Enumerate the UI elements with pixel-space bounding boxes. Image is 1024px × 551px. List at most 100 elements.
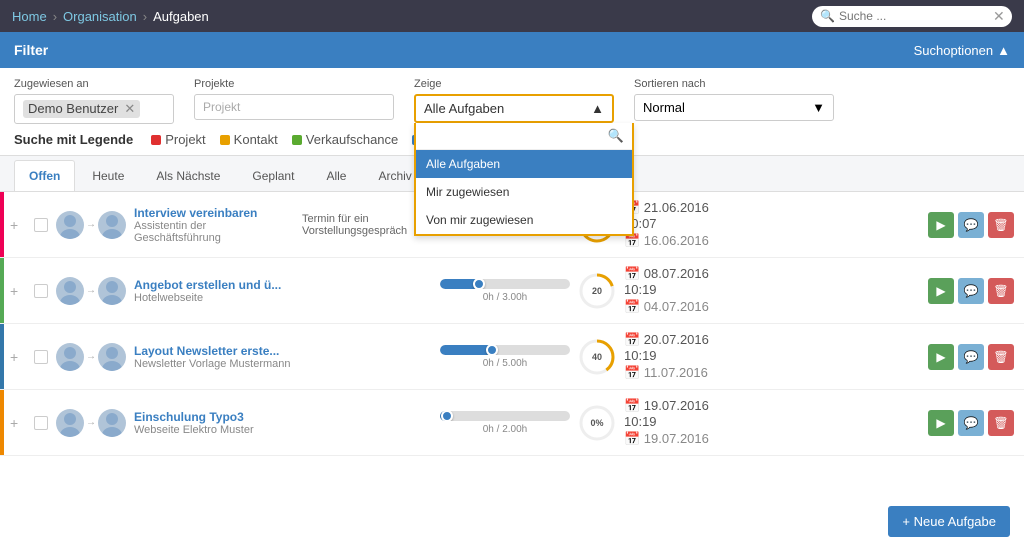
- task-progress-area: 0h / 3.00h: [440, 279, 570, 303]
- task-delete-button[interactable]: 🗑: [988, 344, 1014, 370]
- breadcrumb: Home › Organisation › Aufgaben: [12, 9, 209, 24]
- chevron-up-icon-zeige: ▲: [591, 101, 604, 116]
- dropdown-search-input[interactable]: [424, 129, 608, 143]
- assigned-filter: Zugewiesen an Demo Benutzer ✕: [14, 78, 174, 124]
- projects-input[interactable]: Projekt: [194, 94, 394, 120]
- dropdown-item-mir[interactable]: Mir zugewiesen: [416, 178, 632, 206]
- task-checkbox[interactable]: [34, 416, 48, 430]
- task-actions: ▶ 💬 🗑: [928, 212, 1014, 238]
- task-title[interactable]: Einschulung Typo3: [134, 410, 294, 424]
- task-checkbox[interactable]: [34, 350, 48, 364]
- progress-bar-handle[interactable]: [441, 411, 453, 421]
- task-subtitle: Hotelwebseite: [134, 292, 294, 304]
- task-expand-icon[interactable]: +: [10, 415, 26, 431]
- task-checkbox[interactable]: [34, 284, 48, 298]
- tab-als-naechste[interactable]: Als Nächste: [141, 160, 235, 191]
- breadcrumb-home[interactable]: Home: [12, 9, 47, 24]
- task-info: Layout Newsletter erste... Newsletter Vo…: [134, 344, 294, 370]
- task-title[interactable]: Interview vereinbaren: [134, 206, 294, 220]
- task-circle-label: 0%: [590, 418, 603, 428]
- task-play-button[interactable]: ▶: [928, 410, 954, 436]
- search-icon: 🔍: [820, 9, 835, 23]
- arrow-icon: →: [86, 351, 96, 362]
- search-input[interactable]: [839, 9, 989, 23]
- task-title[interactable]: Angebot erstellen und ü...: [134, 278, 294, 292]
- dropdown-item-von[interactable]: Von mir zugewiesen: [416, 206, 632, 234]
- task-row: + → Einschulung Typo3 Webseite Elektro M…: [0, 390, 1024, 456]
- task-date-created: 📅 19.07.2016 10:19: [624, 398, 744, 429]
- task-date-due: 📅 04.07.2016: [624, 299, 744, 315]
- task-dates: 📅 08.07.2016 10:19 📅 04.07.2016: [624, 266, 744, 315]
- task-circle-label: 20: [592, 286, 602, 296]
- tab-alle[interactable]: Alle: [311, 160, 361, 191]
- task-delete-button[interactable]: 🗑: [988, 212, 1014, 238]
- task-avatars: →: [56, 343, 126, 371]
- legend-label-verkauf: Verkaufschance: [306, 132, 399, 147]
- search-options-button[interactable]: Suchoptionen ▲: [914, 43, 1010, 58]
- task-dates: 📅 19.07.2016 10:19 📅 19.07.2016: [624, 398, 744, 447]
- search-clear-icon[interactable]: ✕: [993, 8, 1005, 25]
- task-checkbox[interactable]: [34, 218, 48, 232]
- projects-filter: Projekte Projekt: [194, 78, 394, 120]
- task-subtitle: Assistentin der Geschäftsführung: [134, 220, 294, 244]
- task-circle: 0%: [578, 404, 616, 442]
- task-play-button[interactable]: ▶: [928, 344, 954, 370]
- avatar-from: [56, 211, 84, 239]
- task-message-button[interactable]: 💬: [958, 212, 984, 238]
- task-expand-icon[interactable]: +: [10, 217, 26, 233]
- task-delete-button[interactable]: 🗑: [988, 278, 1014, 304]
- task-circle: 20: [578, 272, 616, 310]
- tab-heute[interactable]: Heute: [77, 160, 139, 191]
- avatar-from: [56, 277, 84, 305]
- zeige-dropdown-panel: 🔍 Alle Aufgaben Mir zugewiesen Von mir z…: [414, 123, 634, 236]
- task-delete-button[interactable]: 🗑: [988, 410, 1014, 436]
- zeige-value: Alle Aufgaben: [424, 101, 504, 116]
- assigned-label: Zugewiesen an: [14, 78, 174, 90]
- arrow-icon: →: [86, 285, 96, 296]
- task-message-button[interactable]: 💬: [958, 410, 984, 436]
- progress-bar[interactable]: [440, 279, 570, 289]
- task-dates: 📅 20.07.2016 10:19 📅 11.07.2016: [624, 332, 744, 381]
- task-list: + → Interview vereinbaren Assistentin de…: [0, 192, 1024, 551]
- task-circle-label: 40: [592, 352, 602, 362]
- legend-label-projekt: Projekt: [165, 132, 205, 147]
- sortby-select[interactable]: Normal ▼: [634, 94, 834, 121]
- progress-bar[interactable]: [440, 411, 570, 421]
- task-message-button[interactable]: 💬: [958, 344, 984, 370]
- breadcrumb-org[interactable]: Organisation: [63, 9, 137, 24]
- task-play-button[interactable]: ▶: [928, 278, 954, 304]
- task-expand-icon[interactable]: +: [10, 349, 26, 365]
- zeige-label: Zeige: [414, 78, 614, 90]
- progress-bar[interactable]: [440, 345, 570, 355]
- dropdown-search-row: 🔍: [416, 123, 632, 150]
- zeige-select[interactable]: Alle Aufgaben ▲: [414, 94, 614, 123]
- task-expand-icon[interactable]: +: [10, 283, 26, 299]
- task-play-button[interactable]: ▶: [928, 212, 954, 238]
- task-date-due: 📅 19.07.2016: [624, 431, 744, 447]
- task-date-created: 📅 21.06.2016 10:07: [624, 200, 744, 231]
- legend-label-kontakt: Kontakt: [234, 132, 278, 147]
- chevron-down-icon-sortby: ▼: [812, 100, 825, 115]
- avatar-from: [56, 409, 84, 437]
- legend-item-kontakt: Kontakt: [220, 132, 278, 147]
- tab-geplant[interactable]: Geplant: [237, 160, 309, 191]
- zeige-filter: Zeige Alle Aufgaben ▲ 🔍 Alle Aufgaben Mi…: [414, 78, 614, 123]
- task-info: Einschulung Typo3 Webseite Elektro Muste…: [134, 410, 294, 436]
- assigned-input[interactable]: Demo Benutzer ✕: [14, 94, 174, 124]
- task-title[interactable]: Layout Newsletter erste...: [134, 344, 294, 358]
- tab-offen[interactable]: Offen: [14, 160, 75, 191]
- progress-bar-handle[interactable]: [473, 279, 485, 289]
- progress-bar-fill: [440, 345, 492, 355]
- new-task-button[interactable]: + Neue Aufgabe: [888, 506, 1010, 537]
- progress-bar-handle[interactable]: [486, 345, 498, 355]
- task-info: Angebot erstellen und ü... Hotelwebseite: [134, 278, 294, 304]
- avatar-to: [98, 277, 126, 305]
- task-actions: ▶ 💬 🗑: [928, 278, 1014, 304]
- progress-hours: 0h / 3.00h: [440, 292, 570, 303]
- task-message-button[interactable]: 💬: [958, 278, 984, 304]
- legend-dot-projekt: [151, 135, 161, 145]
- task-progress-area: 0h / 5.00h: [440, 345, 570, 369]
- assigned-remove-icon[interactable]: ✕: [124, 101, 135, 116]
- avatar-from: [56, 343, 84, 371]
- dropdown-item-all[interactable]: Alle Aufgaben: [416, 150, 632, 178]
